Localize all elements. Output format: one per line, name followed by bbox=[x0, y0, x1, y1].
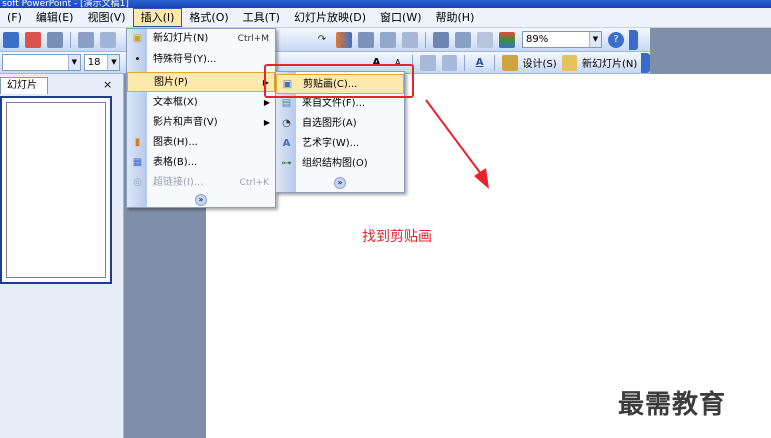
watermark: 最需教育 bbox=[618, 390, 727, 420]
annotation-arrow bbox=[425, 99, 489, 189]
annotation-text: 找到剪贴画 bbox=[362, 229, 432, 245]
